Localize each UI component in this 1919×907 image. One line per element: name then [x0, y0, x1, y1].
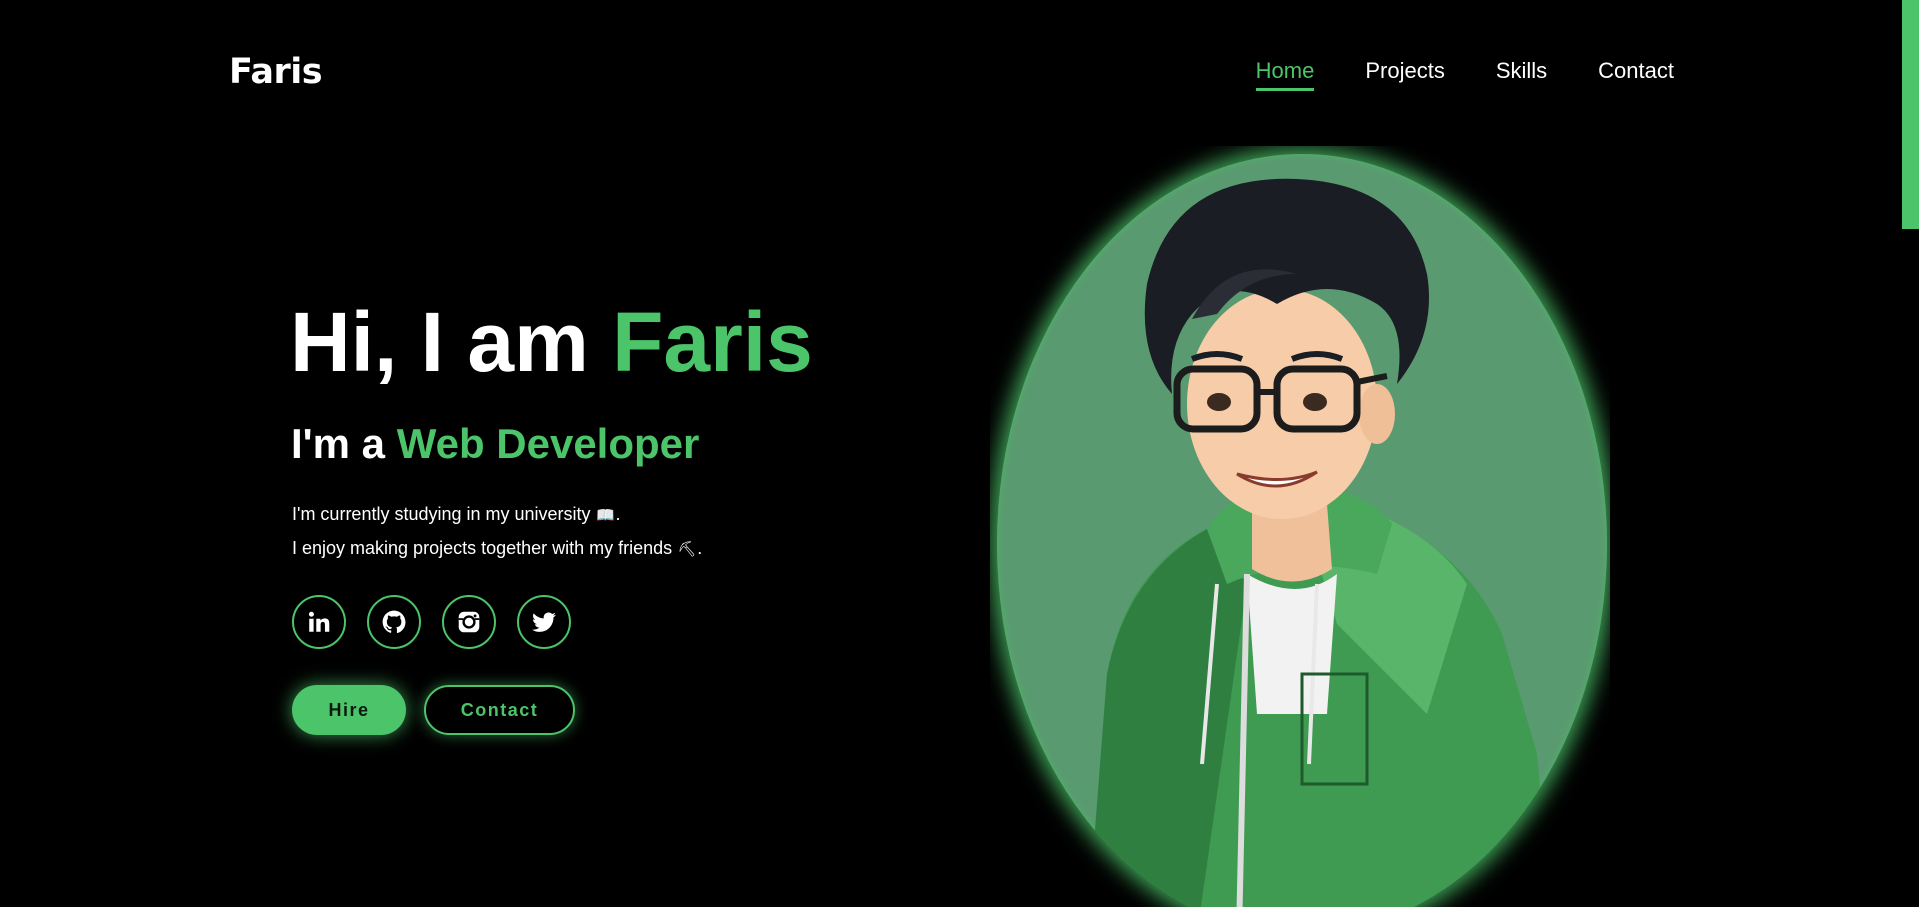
pickaxe-icon: ⛏: [677, 541, 697, 558]
hero-title: Hi, I am Faris: [290, 300, 813, 384]
hero-desc-line-1: I'm currently studying in my university …: [292, 498, 702, 532]
linkedin-link[interactable]: [292, 595, 346, 649]
avatar-illustration: [1089, 178, 1550, 907]
contact-button[interactable]: Contact: [424, 685, 575, 735]
portrait-container: [990, 146, 1610, 907]
hero-desc-line-2: I enjoy making projects together with my…: [292, 532, 702, 566]
social-links: [292, 595, 571, 649]
instagram-link[interactable]: [442, 595, 496, 649]
nav-skills[interactable]: Skills: [1496, 58, 1547, 91]
hire-button[interactable]: Hire: [292, 685, 406, 735]
hero-subtitle-role: Web Developer: [396, 420, 700, 467]
nav-projects[interactable]: Projects: [1365, 58, 1444, 91]
github-link[interactable]: [367, 595, 421, 649]
twitter-link[interactable]: [517, 595, 571, 649]
hero-description: I'm currently studying in my university …: [292, 498, 702, 566]
hero-title-name: Faris: [612, 295, 813, 389]
hero-subtitle: I'm a Web Developer: [291, 423, 699, 465]
scrollbar-thumb[interactable]: [1902, 0, 1919, 229]
hero-subtitle-prefix: I'm a: [291, 420, 397, 467]
nav-contact[interactable]: Contact: [1598, 58, 1674, 91]
cta-buttons: Hire Contact: [292, 685, 575, 735]
avatar-portrait: [997, 154, 1607, 907]
hero-title-prefix: Hi, I am: [290, 295, 613, 389]
book-icon: 📖: [596, 507, 615, 524]
instagram-icon: [458, 611, 480, 633]
github-icon: [382, 610, 406, 634]
linkedin-icon: [308, 611, 330, 632]
twitter-icon: [532, 612, 556, 632]
site-logo[interactable]: Faris: [229, 52, 323, 92]
main-nav: Home Projects Skills Contact: [1255, 58, 1674, 91]
nav-home[interactable]: Home: [1255, 58, 1315, 91]
page: Faris Home Projects Skills Contact Hi, I…: [0, 0, 1919, 907]
